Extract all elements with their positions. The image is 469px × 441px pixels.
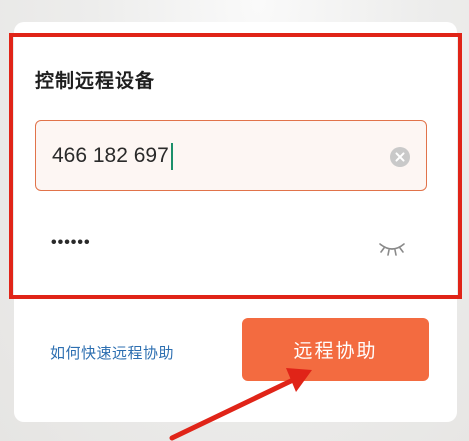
eye-closed-icon[interactable] [378, 240, 406, 258]
device-id-value: 466 182 697 [52, 143, 173, 170]
clear-circle-icon[interactable] [390, 147, 410, 167]
device-id-input[interactable]: 466 182 697 [35, 120, 427, 191]
password-value: •••••• [51, 234, 91, 251]
help-link[interactable]: 如何快速远程协助 [50, 342, 174, 363]
password-input[interactable]: •••••• [35, 230, 415, 270]
remote-assist-button[interactable]: 远程协助 [242, 318, 429, 381]
dialog-title: 控制远程设备 [35, 70, 156, 92]
text-caret [170, 143, 173, 170]
